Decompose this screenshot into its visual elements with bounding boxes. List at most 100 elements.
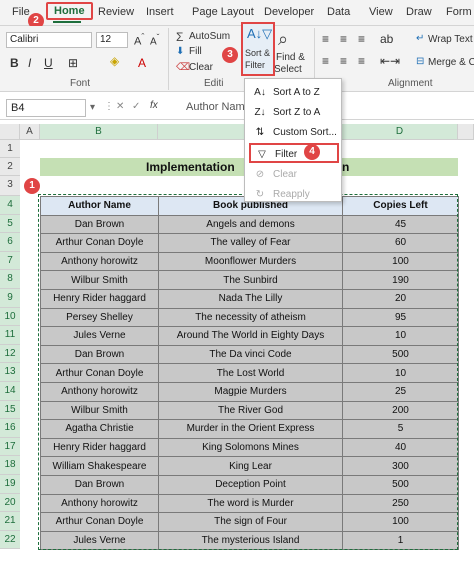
menu-item-label: Clear bbox=[273, 169, 297, 180]
sort-filter-label-1: Sort & bbox=[245, 48, 271, 58]
row-header[interactable]: 18 bbox=[0, 456, 20, 475]
cancel-icon[interactable]: ✕ bbox=[116, 101, 124, 112]
menu-item-clear-filter[interactable]: ⊘ Clear bbox=[249, 165, 339, 185]
find-select-label-2[interactable]: Select bbox=[274, 64, 302, 75]
underline-icon[interactable]: U bbox=[44, 56, 53, 70]
autosum-button[interactable]: AutoSum bbox=[189, 31, 230, 42]
formula-content[interactable]: Author Nam bbox=[186, 101, 245, 113]
formula-dots-icon: ⋮ bbox=[104, 101, 114, 112]
column-header-b[interactable]: B bbox=[40, 124, 158, 140]
tab-page-layout[interactable]: Page Layout bbox=[192, 6, 254, 18]
bold-icon[interactable]: B bbox=[10, 56, 19, 70]
row-header[interactable]: 11 bbox=[0, 326, 20, 345]
align-bottom-icon[interactable]: ≡ bbox=[358, 32, 365, 46]
font-name-combo[interactable]: Calibri bbox=[6, 32, 92, 48]
align-left-icon[interactable]: ≡ bbox=[322, 54, 329, 68]
menu-item-sort-za[interactable]: Z↓ Sort Z to A bbox=[249, 103, 339, 123]
grow-font-icon[interactable]: Aˆ bbox=[134, 32, 144, 48]
align-top-icon[interactable]: ≡ bbox=[322, 32, 329, 46]
wrap-text-icon[interactable]: ↵ bbox=[416, 33, 424, 44]
function-icon[interactable]: fx bbox=[150, 100, 158, 111]
tab-formulas[interactable]: Form bbox=[446, 6, 472, 18]
tab-view[interactable]: View bbox=[369, 6, 393, 18]
filter-icon: ▽ bbox=[258, 149, 266, 160]
row-header[interactable]: 21 bbox=[0, 512, 20, 531]
menu-item-label: Filter bbox=[275, 149, 298, 160]
tab-insert[interactable]: Insert bbox=[146, 6, 174, 18]
column-header-e[interactable] bbox=[458, 124, 474, 140]
ribbon-separator bbox=[168, 28, 169, 90]
row-header[interactable]: 2 bbox=[0, 158, 20, 176]
selection-range bbox=[38, 194, 458, 550]
font-color-icon[interactable]: A bbox=[138, 56, 146, 70]
italic-icon[interactable]: I bbox=[28, 56, 31, 70]
row-header[interactable]: 10 bbox=[0, 307, 20, 327]
fill-color-icon[interactable]: ◈ bbox=[110, 54, 119, 68]
row-header[interactable]: 19 bbox=[0, 475, 20, 494]
step-badge-1: 1 bbox=[24, 178, 40, 194]
autosum-icon[interactable]: Σ bbox=[176, 30, 183, 44]
group-label-font: Font bbox=[70, 78, 91, 89]
tab-developer[interactable]: Developer bbox=[264, 6, 314, 18]
select-all-corner[interactable] bbox=[0, 124, 20, 140]
step-badge-3: 3 bbox=[222, 47, 238, 63]
menu-item-custom-sort[interactable]: ⇅ Custom Sort... bbox=[249, 123, 339, 143]
row-header[interactable]: 13 bbox=[0, 363, 20, 382]
find-select-label-1[interactable]: Find & bbox=[276, 52, 305, 63]
row-header[interactable]: 6 bbox=[0, 233, 20, 252]
merge-center-button[interactable]: Merge & C bbox=[428, 57, 474, 68]
menu-item-filter[interactable]: ▽ Filter bbox=[249, 143, 339, 163]
sort-filter-button[interactable]: A↓▽ Sort & Filter bbox=[241, 22, 275, 76]
fill-down-icon[interactable]: ⬇ bbox=[176, 46, 184, 57]
custom-sort-icon: ⇅ bbox=[255, 127, 265, 138]
ribbon: Calibri 12 Aˆ Aˇ B I U ⊞ ◈ A Font Σ Auto… bbox=[0, 26, 474, 92]
row-header[interactable]: 5 bbox=[0, 214, 20, 234]
row-header[interactable]: 9 bbox=[0, 289, 20, 308]
borders-icon[interactable]: ⊞ bbox=[68, 56, 78, 70]
fill-button[interactable]: Fill bbox=[189, 46, 202, 57]
merge-icon[interactable]: ⊟ bbox=[416, 56, 424, 67]
step-badge-4: 4 bbox=[304, 144, 320, 160]
tab-file[interactable]: File bbox=[12, 6, 30, 18]
column-header-a[interactable]: A bbox=[20, 124, 40, 140]
row-header[interactable]: 14 bbox=[0, 382, 20, 401]
row-header[interactable]: 4 bbox=[0, 196, 20, 215]
orientation-icon[interactable]: ab bbox=[380, 32, 393, 46]
column-header-d[interactable]: D bbox=[342, 124, 458, 140]
clear-button[interactable]: Clear bbox=[189, 62, 213, 73]
namebox-dropdown-icon[interactable]: ▾ bbox=[90, 102, 95, 113]
shrink-font-icon[interactable]: Aˇ bbox=[150, 32, 159, 47]
row-header[interactable]: 17 bbox=[0, 437, 20, 457]
align-right-icon[interactable]: ≡ bbox=[358, 54, 365, 68]
align-middle-icon[interactable]: ≡ bbox=[340, 32, 347, 46]
sheet-title-text: Implementation bbox=[146, 160, 235, 174]
indent-icon[interactable]: ⇤⇥ bbox=[380, 54, 400, 68]
row-header[interactable]: 3 bbox=[0, 176, 20, 196]
row-header[interactable]: 20 bbox=[0, 493, 20, 513]
name-box[interactable]: B4 bbox=[6, 99, 86, 117]
row-header[interactable]: 7 bbox=[0, 251, 20, 271]
enter-icon[interactable]: ✓ bbox=[132, 101, 140, 112]
menu-item-label: Sort A to Z bbox=[273, 87, 320, 98]
row-header[interactable]: 16 bbox=[0, 419, 20, 438]
wrap-text-button[interactable]: Wrap Text bbox=[428, 34, 473, 45]
menu-item-sort-az[interactable]: A↓ Sort A to Z bbox=[249, 83, 339, 103]
clear-filter-icon: ⊘ bbox=[255, 169, 265, 180]
find-select-icon[interactable]: ⌕ bbox=[278, 29, 288, 50]
align-center-icon[interactable]: ≡ bbox=[340, 54, 347, 68]
menu-item-label: Custom Sort... bbox=[273, 127, 337, 138]
tab-review[interactable]: Review bbox=[98, 6, 134, 18]
font-size-combo[interactable]: 12 bbox=[96, 32, 128, 48]
menu-bar: File Home Review Insert Page Layout Deve… bbox=[0, 0, 474, 26]
tab-draw[interactable]: Draw bbox=[406, 6, 432, 18]
menu-item-reapply[interactable]: ↻ Reapply bbox=[249, 185, 339, 205]
tab-home[interactable]: Home bbox=[46, 2, 93, 20]
row-header[interactable]: 8 bbox=[0, 270, 20, 289]
row-header[interactable]: 12 bbox=[0, 344, 20, 364]
row-header[interactable]: 22 bbox=[0, 530, 20, 550]
tab-home-underline bbox=[53, 21, 81, 23]
row-header[interactable]: 1 bbox=[0, 140, 20, 158]
row-header[interactable]: 15 bbox=[0, 400, 20, 420]
menu-item-label: Reapply bbox=[273, 189, 310, 200]
tab-data[interactable]: Data bbox=[327, 6, 350, 18]
